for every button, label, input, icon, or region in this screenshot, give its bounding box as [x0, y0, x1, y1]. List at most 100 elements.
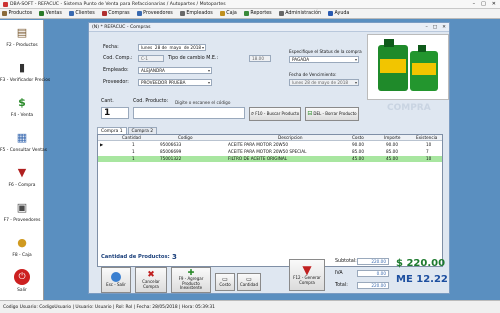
power-icon: ⏻: [14, 269, 30, 285]
coins-icon: ●: [17, 235, 27, 249]
compra-watermark: COMPRA: [387, 103, 431, 113]
window-title: DBA-SOFT - REFACUC - Sistema Punto de Ve…: [10, 1, 226, 7]
tab-compra-1[interactable]: Compra 1: [97, 127, 127, 134]
menu-ventas[interactable]: Ventas: [39, 11, 62, 16]
menu-productos[interactable]: Productos: [2, 11, 32, 16]
help-icon: [328, 11, 334, 16]
proveedor-label: Proveedor:: [103, 80, 129, 85]
grid-header: Cantidad Codigo Descripcion Costo Import…: [98, 135, 442, 141]
cantidad-input[interactable]: 1: [101, 107, 129, 119]
cod-producto-hint: Digite o escanee el código: [175, 100, 231, 105]
sidebar-item-verificador-precios[interactable]: ▮ F3 - Verificador Precios: [0, 57, 50, 87]
menu-caja[interactable]: Caja: [219, 11, 237, 16]
chevron-down-icon: ▾: [354, 80, 357, 85]
cantidad-productos-value: 3: [172, 253, 177, 261]
cod-comp-field[interactable]: C-1: [138, 55, 164, 62]
productos-grid: Cantidad Codigo Descripcion Costo Import…: [97, 134, 443, 267]
sidebar-item-productos[interactable]: ▤ F2 - Productos: [0, 22, 44, 52]
barcode-scanner-icon: ▮: [18, 60, 26, 74]
truck-icon: [136, 11, 142, 16]
compras-close-button[interactable]: ✕: [442, 25, 446, 30]
proveedor-select[interactable]: PROVEEDOR PRUEBA ▾: [138, 79, 212, 86]
row-selector-icon: ▶: [100, 142, 104, 147]
iva-field: 0.00: [357, 270, 389, 277]
status-bar: Codigo Usuario: CodigoUsuario | Usuario:…: [0, 300, 500, 313]
chevron-down-icon: ▾: [207, 80, 210, 85]
cart-icon: [101, 11, 107, 16]
table-row[interactable]: 1 75001322 FILTRO DE ACEITE ORIGINAL 45.…: [98, 156, 442, 162]
tab-compra-2[interactable]: Compra 2: [127, 127, 158, 134]
supplier-icon: ▣: [16, 200, 28, 214]
salir-button[interactable]: Esc - Salir: [101, 267, 131, 293]
search-icon: ⌕: [250, 109, 255, 117]
status-bar-text: Codigo Usuario: CodigoUsuario | Usuario:…: [3, 304, 215, 310]
delete-icon: ⊟: [307, 109, 313, 117]
col-costo: Costo: [352, 135, 364, 140]
total-me-amount: ME 12.22: [396, 274, 448, 285]
total-label: Total:: [335, 283, 348, 288]
compras-window: (N) * REFACUC - Compras – □ ✕ Fecha: lun…: [88, 22, 450, 294]
menu-compras[interactable]: Compras: [101, 11, 130, 16]
chart-icon: ▦: [16, 130, 28, 144]
iva-label: IVA: [335, 271, 343, 276]
minimize-button[interactable]: –: [473, 1, 476, 7]
cant-label: Cant.: [101, 99, 114, 104]
chevron-down-icon: ▾: [201, 45, 204, 50]
total-field: 220.00: [357, 282, 389, 289]
close-button[interactable]: ✕: [492, 1, 496, 7]
compras-maximize-button[interactable]: □: [433, 25, 437, 30]
table-row[interactable]: 1 85006699 ACEITE PARA MOTOR 20W50 SPECI…: [98, 149, 442, 155]
users-icon: [68, 11, 74, 16]
cod-comp-label: Cod. Comp.:: [103, 56, 133, 61]
subtotal-field: 220.00: [357, 258, 389, 265]
costo-button[interactable]: ▭ Costo: [215, 273, 235, 291]
exit-icon: [111, 272, 121, 283]
maximize-button[interactable]: □: [481, 1, 486, 7]
vencimiento-picker[interactable]: lunes 28 de mayo de 2018 ▾: [289, 79, 359, 86]
menu-reportes[interactable]: Reportes: [243, 11, 272, 16]
cod-producto-label: Cod. Producto:: [133, 99, 169, 104]
cantidad-button[interactable]: ▭ Cantidad: [237, 273, 261, 291]
menu-empleados[interactable]: Empleados: [179, 11, 213, 16]
fecha-picker[interactable]: lunes 28 de mayo de 2018 ▾: [138, 44, 206, 51]
sidebar-item-compra[interactable]: ▼ F6 - Compra: [0, 162, 44, 192]
menu-ayuda[interactable]: Ayuda: [328, 11, 349, 16]
sidebar-item-consultar-ventas[interactable]: ▦ F5 - Consultar Ventas: [0, 127, 47, 157]
sidebar-item-proveedores[interactable]: ▣ F7 - Proveedores: [0, 197, 44, 227]
codigo-producto-input[interactable]: [133, 107, 245, 119]
sidebar-item-salir[interactable]: ⏻ Salir: [0, 267, 44, 297]
status-select[interactable]: PAGADA ▾: [289, 56, 359, 63]
col-existencia: Existencia: [416, 135, 438, 140]
borrar-producto-button[interactable]: ⊟ DEL - Borrar Producto: [305, 107, 359, 121]
empleado-select[interactable]: ALEJANDRA ▾: [138, 67, 212, 74]
menu-administracion[interactable]: Administración: [278, 11, 321, 16]
tipo-cambio-field[interactable]: 18.00: [249, 55, 271, 62]
compras-window-titlebar: (N) * REFACUC - Compras – □ ✕: [89, 23, 449, 32]
status-label: Especifique el Status de la compra: [289, 49, 362, 54]
empleado-label: Empleado:: [103, 68, 129, 73]
oil-bottle-icon: [378, 39, 438, 91]
chevron-down-icon: ▾: [207, 68, 210, 73]
cart-icon: [39, 11, 45, 16]
gear-icon: [278, 11, 284, 16]
menu-proveedores[interactable]: Proveedores: [136, 11, 173, 16]
compras-minimize-button[interactable]: –: [426, 25, 428, 30]
sidebar-item-venta[interactable]: $ F4 - Venta: [0, 92, 44, 122]
box-icon: ▤: [16, 25, 28, 39]
chevron-down-icon: ▾: [354, 57, 357, 62]
cancelar-compra-button[interactable]: ✖ Cancelar Compra: [135, 267, 167, 293]
table-row[interactable]: ▶ 1 95006633 ACEITE PARA MOTOR 20W50 90.…: [98, 142, 442, 148]
menu-clientes[interactable]: Clientes: [68, 11, 95, 16]
basket-icon: ▼: [17, 165, 27, 179]
sidebar-item-caja[interactable]: ● F8 - Caja: [0, 232, 44, 262]
box-icon: [2, 11, 7, 16]
cantidad-productos-label: Cantidad de Productos:: [101, 254, 170, 260]
report-icon: [243, 11, 249, 16]
subtotal-label: Subtotal:: [335, 259, 357, 264]
user-icon: [179, 11, 185, 16]
app-icon: [3, 1, 8, 7]
tipo-cambio-label: Tipo de cambio M.E.:: [168, 56, 219, 61]
agregar-producto-inexistente-button[interactable]: ✚ F9 - Agregar Producto Inexistente: [171, 267, 211, 293]
buscar-producto-button[interactable]: ⌕ F10 - Buscar Producto: [249, 107, 301, 121]
generar-compra-button[interactable]: ▼ F12 - Generar Compra: [289, 259, 325, 291]
